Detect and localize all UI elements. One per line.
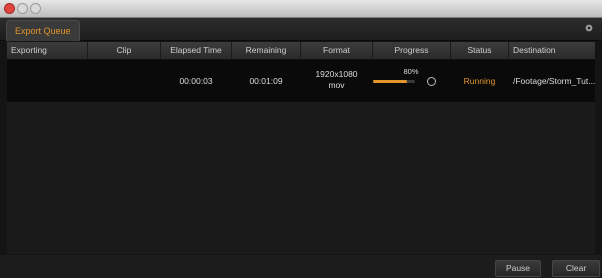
column-header-elapsed-time[interactable]: Elapsed Time	[161, 42, 232, 59]
tab-export-queue[interactable]: Export Queue	[6, 20, 80, 41]
format-resolution: 1920x1080	[315, 69, 358, 79]
pause-button[interactable]: Pause	[495, 260, 541, 277]
queue-footer: Pause Clear	[0, 255, 602, 278]
progress-bar	[373, 80, 415, 83]
column-header-remaining[interactable]: Remaining	[232, 42, 301, 59]
progress-bar-fill	[373, 80, 407, 83]
clear-button[interactable]: Clear	[552, 260, 600, 277]
column-header-progress[interactable]: Progress	[373, 42, 451, 59]
column-header-exporting[interactable]: Exporting	[7, 42, 88, 59]
format-container: mov	[328, 80, 345, 90]
column-header-status[interactable]: Status	[451, 42, 509, 59]
close-window-button[interactable]	[4, 3, 15, 14]
table-row[interactable]: 00:00:03 00:01:09 1920x1080 mov 80% Runn…	[7, 60, 595, 102]
tab-bar: Export Queue	[0, 18, 602, 41]
zoom-window-button[interactable]	[30, 3, 41, 14]
progress-percent: 80%	[403, 67, 419, 76]
status-badge: Running	[463, 76, 496, 86]
window-titlebar	[0, 0, 602, 18]
column-header-format[interactable]: Format	[301, 42, 373, 59]
queue-empty-area	[7, 102, 595, 254]
cancel-circle-icon[interactable]	[427, 77, 436, 86]
column-header-destination[interactable]: Destination	[509, 42, 595, 59]
elapsed-time-value: 00:00:03	[179, 76, 213, 86]
minimize-window-button[interactable]	[17, 3, 28, 14]
destination-path: /Footage/Storm_Tut...	[513, 76, 596, 86]
remaining-time-value: 00:01:09	[249, 76, 283, 86]
queue-table-header: Exporting Clip Elapsed Time Remaining Fo…	[7, 42, 595, 60]
column-header-clip[interactable]: Clip	[88, 42, 161, 59]
gear-icon[interactable]	[584, 23, 594, 33]
